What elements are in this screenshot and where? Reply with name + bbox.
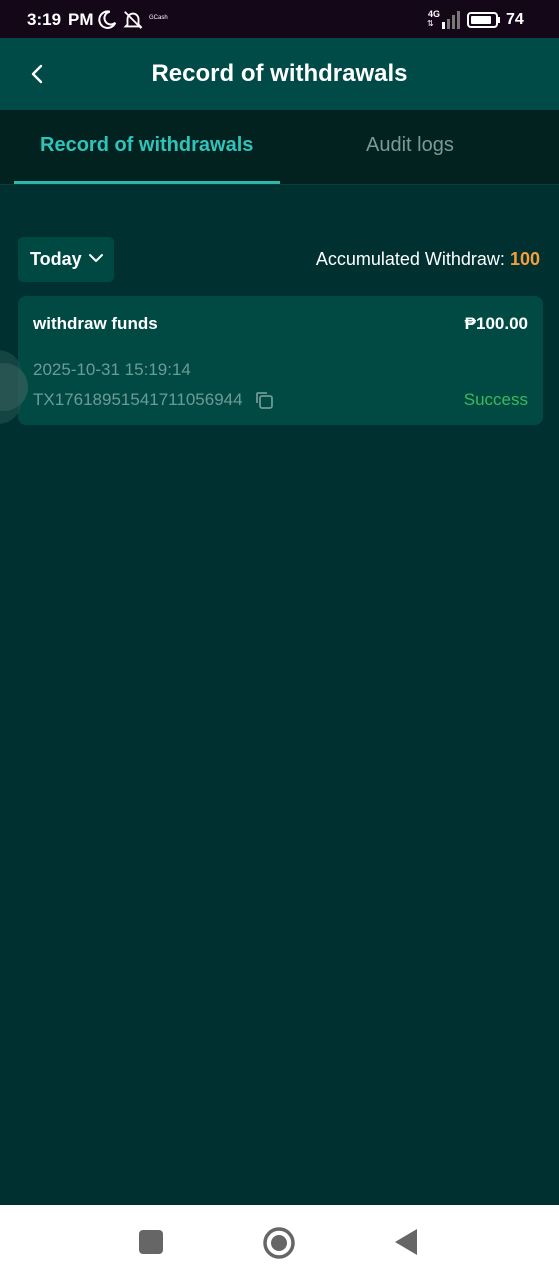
status-bar: 3:19 PM GCash 4G ⇅ 74 <box>0 0 559 38</box>
status-time: 3:19 <box>27 10 62 29</box>
tab-record-of-withdrawals[interactable]: Record of withdrawals <box>40 134 253 157</box>
active-tab-indicator <box>14 181 280 184</box>
system-nav-bar <box>0 1205 559 1280</box>
app-header: Record of withdrawals <box>0 38 559 110</box>
home-icon[interactable] <box>262 1226 296 1260</box>
record-transaction-id: TX17618951541711056944 <box>33 390 243 409</box>
recents-icon[interactable] <box>139 1230 163 1254</box>
record-datetime: 2025-10-31 15:19:14 <box>33 360 191 379</box>
signal-icon <box>442 11 460 29</box>
nav-back-icon[interactable] <box>393 1227 419 1257</box>
moon-icon <box>98 10 117 29</box>
bell-muted-icon <box>123 11 143 29</box>
tab-bar: Record of withdrawals Audit logs <box>0 110 559 185</box>
data-arrows-icon: ⇅ <box>427 19 434 28</box>
battery-icon <box>467 12 500 28</box>
record-title: withdraw funds <box>33 314 158 333</box>
page-title: Record of withdrawals <box>151 60 408 87</box>
tab-audit-logs[interactable]: Audit logs <box>366 134 454 157</box>
status-ampm: PM <box>68 10 94 29</box>
date-filter-label: Today <box>30 249 82 269</box>
copy-icon[interactable] <box>254 390 274 410</box>
gcash-badge: GCash <box>149 15 168 21</box>
record-status: Success <box>463 390 528 409</box>
date-filter-dropdown[interactable]: Today <box>18 237 114 282</box>
withdrawal-record-card[interactable]: withdraw funds ₱100.00 2025-10-31 15:19:… <box>18 296 543 425</box>
network-label: 4G <box>428 9 441 19</box>
record-amount: ₱100.00 <box>464 314 528 333</box>
accumulated-label: Accumulated Withdraw: <box>315 249 505 269</box>
battery-level: 74 <box>506 11 524 28</box>
accumulated-value: 100 <box>509 249 540 269</box>
chevron-down-icon <box>89 254 103 262</box>
accumulated-withdraw: Accumulated Withdraw: 100 <box>316 249 540 270</box>
